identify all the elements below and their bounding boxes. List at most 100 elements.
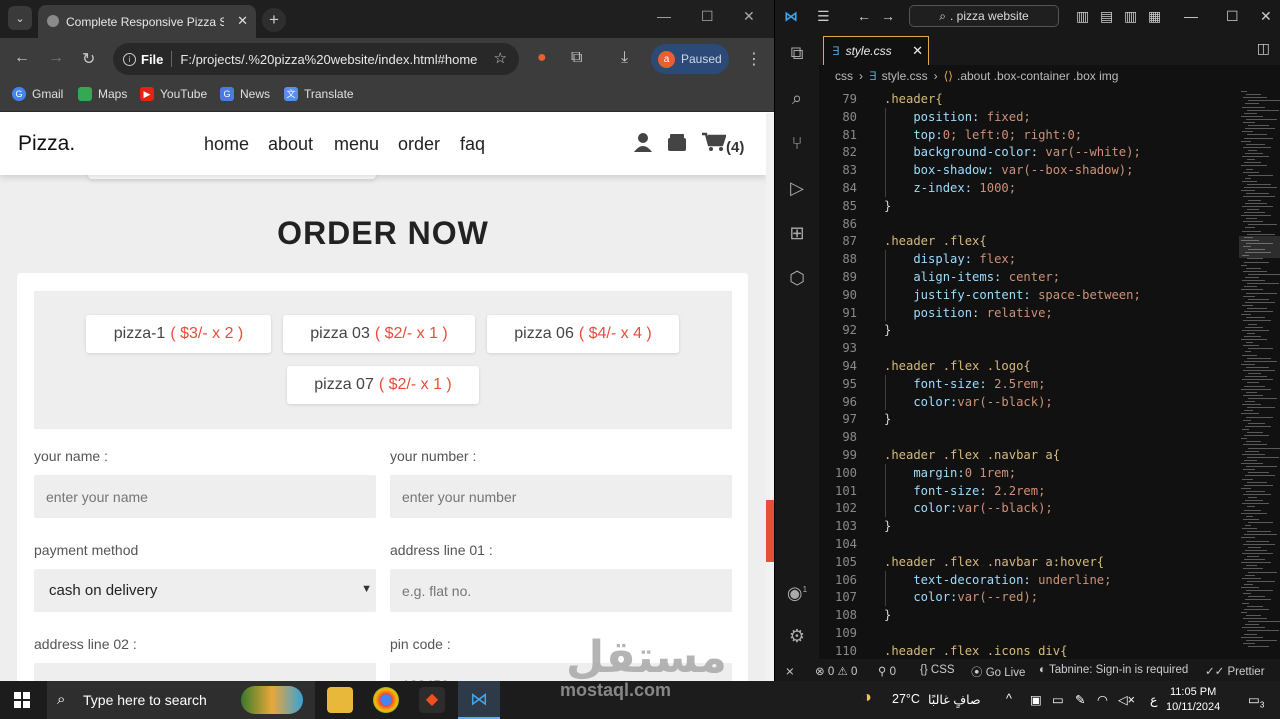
source-control-icon[interactable]: ⑂ xyxy=(785,133,809,157)
toggle-panel-icon[interactable]: ▤ xyxy=(1100,8,1113,25)
prettier-status[interactable]: ✓✓ Prettier xyxy=(1205,664,1265,678)
user-icon[interactable] xyxy=(633,132,653,158)
extensions-icon[interactable]: ⊞ xyxy=(785,223,809,247)
language-mode[interactable]: {} CSS xyxy=(920,664,955,676)
close-editor-tab-icon[interactable]: ✕ xyxy=(912,43,923,59)
minimap-line xyxy=(1242,280,1265,282)
toggle-secondary-sidebar-icon[interactable]: ▥ xyxy=(1124,8,1137,25)
account-icon[interactable]: ◉1 xyxy=(785,583,809,607)
clock[interactable]: 11:05 PM 10/11/2024 xyxy=(1166,685,1220,715)
minimap-line xyxy=(1243,543,1275,545)
new-tab-button[interactable]: + xyxy=(262,8,286,32)
bookmark-youtube[interactable]: ▶ YouTube xyxy=(140,87,207,101)
minimap-line xyxy=(1248,571,1277,573)
extension-icon[interactable]: ● xyxy=(537,49,547,67)
nav-forward-icon[interactable]: → xyxy=(881,8,895,24)
vscode-taskbar-icon[interactable]: ⋈ xyxy=(458,681,500,719)
code-editor[interactable]: 79 .header{80 position: fixed; 81 top:0; l… xyxy=(819,88,1239,659)
nav-order[interactable]: order xyxy=(398,134,440,155)
tray-chevron-icon[interactable]: ^ xyxy=(1006,692,1012,706)
file-explorer-icon[interactable] xyxy=(327,687,353,713)
status-bar: ⨯ ⊗ 0 ⚠ 0 ⚲ 0 {} CSS ⦿ Go Live ◐ Tabnine… xyxy=(775,659,1280,681)
tabnine-status[interactable]: ◐ Tabnine: Sign-in is required xyxy=(1039,664,1188,676)
url-text[interactable]: F:/projects/.%20pizza%20website/index.ht… xyxy=(180,52,477,67)
weather-text[interactable]: صافٍ غالبًا xyxy=(928,692,981,707)
minimap-line xyxy=(1245,624,1259,626)
payment-select[interactable]: cash on delivery ▼ xyxy=(34,569,376,612)
wifi-icon[interactable]: ◠ xyxy=(1097,692,1108,707)
minimap-line xyxy=(1248,174,1273,176)
profile-button[interactable]: a Paused xyxy=(651,44,729,74)
menu-kebab-icon[interactable]: ⋮ xyxy=(746,49,762,69)
name-input[interactable] xyxy=(34,475,376,518)
weather-temp[interactable]: 27°C xyxy=(892,692,920,706)
split-editor-icon[interactable]: ◫ xyxy=(1257,40,1270,57)
nav-home[interactable]: home xyxy=(204,134,249,155)
windows-start-button[interactable] xyxy=(14,692,30,708)
explorer-icon[interactable]: ⧉ xyxy=(785,43,809,67)
address-bar[interactable]: i File F:/projects/.%20pizza%20website/i… xyxy=(113,43,519,75)
puzzle-icon[interactable]: ⧉ xyxy=(571,49,582,67)
minimap-line xyxy=(1246,441,1261,443)
command-center[interactable]: ⌕. pizza website xyxy=(909,5,1059,27)
volume-icon[interactable]: ◁× xyxy=(1118,692,1135,707)
input-language[interactable]: ع xyxy=(1150,692,1157,707)
hamburger-menu-icon[interactable]: ☰ xyxy=(817,8,830,25)
address2-input[interactable] xyxy=(34,663,376,681)
forward-icon[interactable]: → xyxy=(48,49,64,67)
battery-icon[interactable]: ▭ xyxy=(1052,692,1064,707)
reload-icon[interactable]: ↻ xyxy=(82,49,95,69)
address1-input[interactable] xyxy=(390,569,732,612)
chrome-icon[interactable] xyxy=(373,687,399,713)
nav-menu[interactable]: menu xyxy=(334,134,379,155)
ports-indicator[interactable]: ⚲ 0 xyxy=(878,664,896,678)
search-icon[interactable]: ⌕ xyxy=(785,88,809,112)
nav-back-icon[interactable]: ← xyxy=(857,8,871,24)
go-live-button[interactable]: ⦿ Go Live xyxy=(971,664,1025,680)
nav-faq[interactable]: faq xyxy=(460,134,485,155)
minimap[interactable] xyxy=(1239,88,1280,659)
bookmark-gmail[interactable]: G Gmail xyxy=(12,87,63,101)
figma-icon[interactable]: ◆ xyxy=(419,687,445,713)
bookmark-maps[interactable]: Maps xyxy=(78,87,127,101)
download-icon[interactable]: ⤓ xyxy=(621,49,628,67)
toggle-sidebar-icon[interactable]: ▥ xyxy=(1076,8,1089,25)
problems-indicator[interactable]: ⊗ 0 ⚠ 0 xyxy=(815,664,857,678)
notification-icon[interactable]: ▭3 xyxy=(1248,692,1264,710)
order-box-icon[interactable] xyxy=(667,132,687,158)
page-scrollbar[interactable] xyxy=(766,113,774,681)
vscode-close-button[interactable]: ✕ xyxy=(1260,8,1272,25)
bookmark-star-icon[interactable]: ☆ xyxy=(494,49,507,67)
minimap-line xyxy=(1244,112,1257,114)
back-icon[interactable]: ← xyxy=(14,49,30,67)
bookmark-news[interactable]: G News xyxy=(220,87,270,101)
news-icon: G xyxy=(220,87,234,101)
scrollbar-thumb[interactable] xyxy=(766,500,774,562)
cart-button[interactable]: (4) xyxy=(702,132,744,158)
maximize-button[interactable]: ☐ xyxy=(701,8,714,25)
remote-explorer-icon[interactable]: ⬡ xyxy=(785,268,809,292)
close-window-button[interactable]: ✕ xyxy=(743,8,755,25)
bookmark-translate[interactable]: 文 Translate xyxy=(284,87,354,101)
taskbar-search[interactable]: ⌕ Type here to search xyxy=(47,681,315,719)
browser-tab[interactable]: Complete Responsive Pizza Shop ✕ xyxy=(38,5,256,38)
minimap-line xyxy=(1247,481,1267,483)
number-input[interactable] xyxy=(390,475,732,518)
close-tab-icon[interactable]: ✕ xyxy=(237,13,248,29)
minimap-line xyxy=(1242,577,1261,579)
nav-about[interactable]: about xyxy=(268,134,313,155)
minimize-button[interactable]: — xyxy=(657,8,671,24)
info-icon[interactable]: i xyxy=(123,52,136,66)
tab-search-button[interactable]: ⌄ xyxy=(8,6,32,30)
run-debug-icon[interactable]: ▷ xyxy=(785,178,809,202)
pen-icon[interactable]: ✎ xyxy=(1075,692,1085,707)
vscode-maximize-button[interactable]: ☐ xyxy=(1226,8,1239,25)
vscode-minimize-button[interactable]: — xyxy=(1184,8,1198,24)
minimap-viewport[interactable] xyxy=(1239,236,1280,258)
site-logo[interactable]: Pizza. xyxy=(18,132,75,156)
customize-layout-icon[interactable]: ▦ xyxy=(1148,8,1161,25)
editor-tab-style-css[interactable]: ∃ style.css ✕ xyxy=(823,36,929,65)
meet-icon[interactable]: ▣ xyxy=(1030,692,1042,707)
settings-gear-icon[interactable]: ⚙ xyxy=(785,626,809,650)
remote-indicator-icon[interactable]: ⨯ xyxy=(785,664,795,678)
